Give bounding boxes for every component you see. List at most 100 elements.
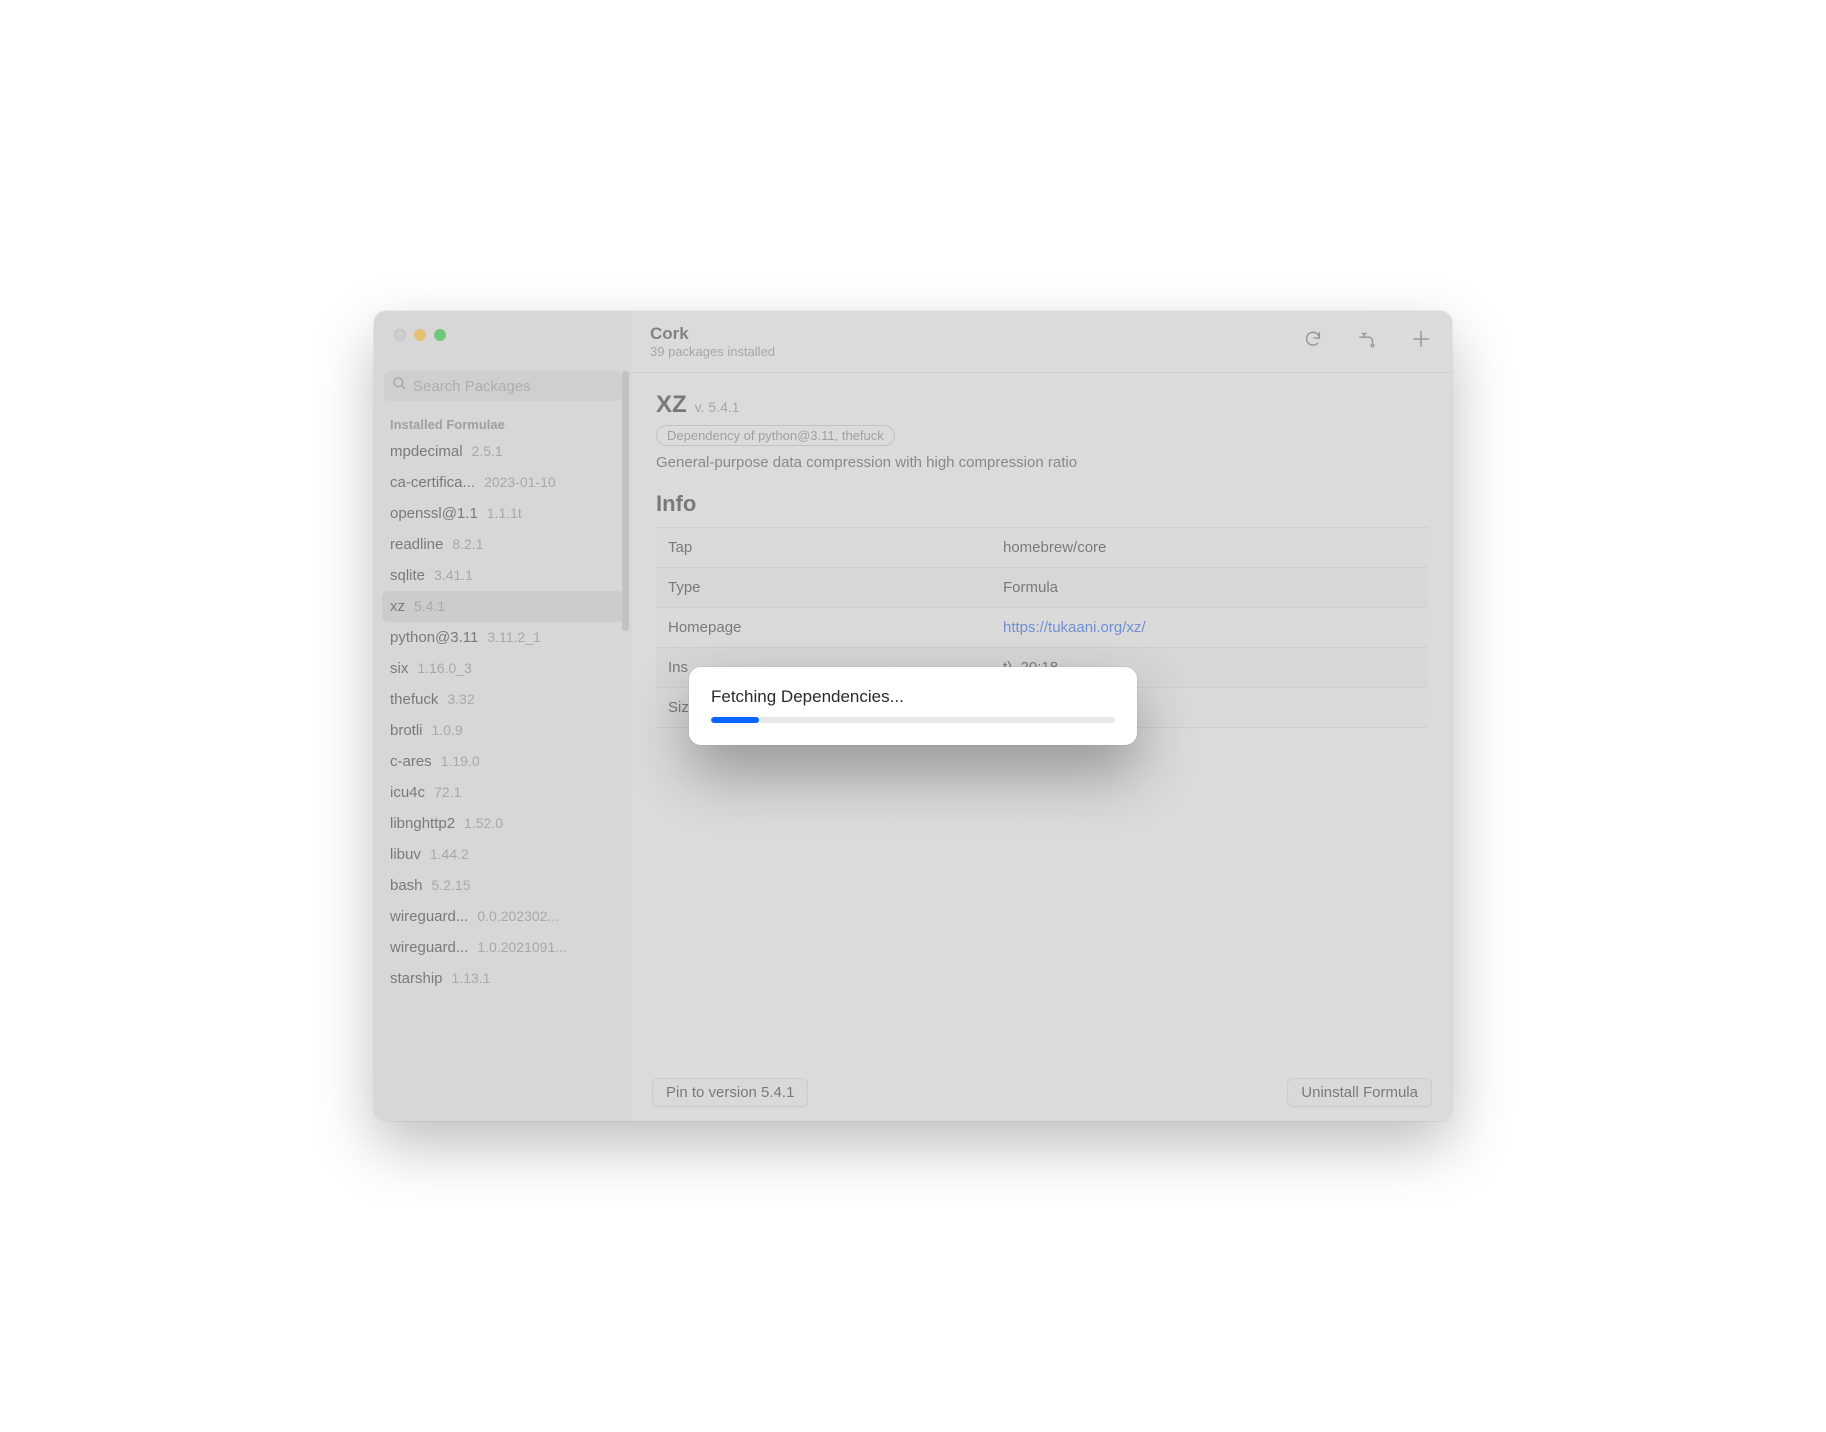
sidebar-section-header: Installed Formulae xyxy=(374,407,632,436)
package-name: XZ xyxy=(656,391,687,419)
refresh-icon xyxy=(1302,328,1324,355)
package-version-label: 2.5.1 xyxy=(472,443,503,459)
package-description: General-purpose data compression with hi… xyxy=(656,454,1428,471)
window-maximize-button[interactable] xyxy=(434,329,446,341)
add-button[interactable] xyxy=(1408,329,1434,355)
package-list[interactable]: mpdecimal2.5.1ca-certifica...2023-01-10o… xyxy=(374,436,632,1121)
package-version-label: 1.1.1t xyxy=(487,505,522,521)
package-version-label: 3.41.1 xyxy=(434,567,473,583)
sidebar-scrollbar[interactable] xyxy=(618,371,632,711)
uninstall-button[interactable]: Uninstall Formula xyxy=(1287,1078,1432,1107)
list-item[interactable]: wireguard... 1.0.2021091... xyxy=(382,932,624,963)
titlebar: Cork 39 packages installed xyxy=(632,311,1452,373)
package-version-label: 1.52.0 xyxy=(464,815,503,831)
app-subtitle: 39 packages installed xyxy=(650,344,775,359)
package-name-label: brotli xyxy=(390,722,423,739)
info-row: Taphomebrew/core xyxy=(656,527,1428,568)
package-version-label: 1.0.2021091... xyxy=(477,939,567,955)
list-item[interactable]: bash 5.2.15 xyxy=(382,870,624,901)
list-item[interactable]: python@3.11 3.11.2_1 xyxy=(382,622,624,653)
info-row: TypeFormula xyxy=(656,568,1428,608)
package-version-label: 5.4.1 xyxy=(414,598,445,614)
plus-icon xyxy=(1410,328,1432,355)
sidebar-scrollbar-thumb[interactable] xyxy=(622,371,629,631)
package-name-label: libuv xyxy=(390,846,421,863)
list-item[interactable]: libnghttp2 1.52.0 xyxy=(382,808,624,839)
package-version-label: 8.2.1 xyxy=(452,536,483,552)
search-box[interactable] xyxy=(384,371,622,401)
package-name-label: sqlite xyxy=(390,567,425,584)
footer: Pin to version 5.4.1 Uninstall Formula xyxy=(632,1064,1452,1121)
package-version-label: 1.44.2 xyxy=(430,846,469,862)
window-minimize-button[interactable] xyxy=(414,329,426,341)
package-name-label: wireguard... xyxy=(390,908,468,925)
package-name-label: icu4c xyxy=(390,784,425,801)
info-key: Homepage xyxy=(668,619,1003,636)
info-value-link[interactable]: https://tukaani.org/xz/ xyxy=(1003,619,1416,636)
list-item[interactable]: libuv 1.44.2 xyxy=(382,839,624,870)
progress-fill xyxy=(711,717,759,723)
package-name-label: python@3.11 xyxy=(390,629,478,646)
list-item[interactable]: starship 1.13.1 xyxy=(382,963,624,994)
package-version-label: 5.2.15 xyxy=(432,877,471,893)
package-name-label: bash xyxy=(390,877,423,894)
refresh-button[interactable] xyxy=(1300,329,1326,355)
info-key: Tap xyxy=(668,539,1003,556)
search-input[interactable] xyxy=(413,378,614,395)
faucet-icon xyxy=(1356,328,1378,355)
search-container xyxy=(374,363,632,407)
list-item[interactable]: thefuck 3.32 xyxy=(382,684,624,715)
package-title-row: XZ v. 5.4.1 xyxy=(656,391,1428,419)
package-name-label: openssl@1.1 xyxy=(390,505,478,522)
list-item[interactable]: brotli 1.0.9 xyxy=(382,715,624,746)
window-controls xyxy=(374,311,632,363)
app-window: Installed Formulae mpdecimal 2.5.1 ca-cert… xyxy=(374,311,1452,1121)
list-item[interactable]: wireguard... 0.0.202302... xyxy=(382,901,624,932)
list-item[interactable]: c-ares 1.19.0 xyxy=(382,746,624,777)
package-version: v. 5.4.1 xyxy=(695,399,740,415)
package-version-label: 1.13.1 xyxy=(452,970,491,986)
list-item[interactable]: readline 8.2.1 xyxy=(382,529,624,560)
list-item[interactable]: openssl@1.1 1.1.1t xyxy=(382,498,624,529)
modal-title: Fetching Dependencies... xyxy=(711,687,1115,707)
sidebar: Installed Formulae mpdecimal 2.5.1 ca-cert… xyxy=(374,311,632,1121)
search-icon xyxy=(392,376,407,396)
package-version-label: 0.0.202302... xyxy=(477,908,559,924)
package-version-label: 1.0.9 xyxy=(432,722,463,738)
progress-modal: Fetching Dependencies... xyxy=(689,667,1137,745)
window-close-button[interactable] xyxy=(394,329,406,341)
package-name-label: libnghttp2 xyxy=(390,815,455,832)
package-version-label: 72.1 xyxy=(434,784,461,800)
package-version-label: 2023-01-10 xyxy=(484,474,556,490)
app-title: Cork xyxy=(650,324,775,344)
info-value: Formula xyxy=(1003,579,1416,596)
info-key: Type xyxy=(668,579,1003,596)
titlebar-text: Cork 39 packages installed xyxy=(650,324,775,359)
tap-button[interactable] xyxy=(1354,329,1380,355)
list-item[interactable]: xz 5.4.1 xyxy=(382,591,624,622)
package-name-label: xz xyxy=(390,598,405,615)
progress-bar xyxy=(711,717,1115,723)
package-name-label: c-ares xyxy=(390,753,432,770)
package-name-label: readline xyxy=(390,536,443,553)
package-name-label: six xyxy=(390,660,408,677)
dependency-badge: Dependency of python@3.11, thefuck xyxy=(656,425,895,446)
pin-button[interactable]: Pin to version 5.4.1 xyxy=(652,1078,808,1107)
package-version-label: 1.16.0_3 xyxy=(417,660,472,676)
package-name-label: wireguard... xyxy=(390,939,468,956)
package-version-label: 1.19.0 xyxy=(441,753,480,769)
toolbar-buttons xyxy=(1300,329,1434,355)
package-name-label: thefuck xyxy=(390,691,438,708)
info-section-header: Info xyxy=(656,491,1428,517)
list-item[interactable]: ca-certifica...2023-01-10 xyxy=(382,467,624,498)
package-version-label: 3.11.2_1 xyxy=(487,629,540,645)
info-value: homebrew/core xyxy=(1003,539,1416,556)
list-item[interactable]: six 1.16.0_3 xyxy=(382,653,624,684)
list-item[interactable]: mpdecimal 2.5.1 xyxy=(382,436,624,467)
package-name-label: mpdecimal xyxy=(390,443,463,460)
package-name-label: starship xyxy=(390,970,443,987)
list-item[interactable]: sqlite 3.41.1 xyxy=(382,560,624,591)
info-row: Homepagehttps://tukaani.org/xz/ xyxy=(656,608,1428,648)
list-item[interactable]: icu4c 72.1 xyxy=(382,777,624,808)
package-version-label: 3.32 xyxy=(447,691,474,707)
